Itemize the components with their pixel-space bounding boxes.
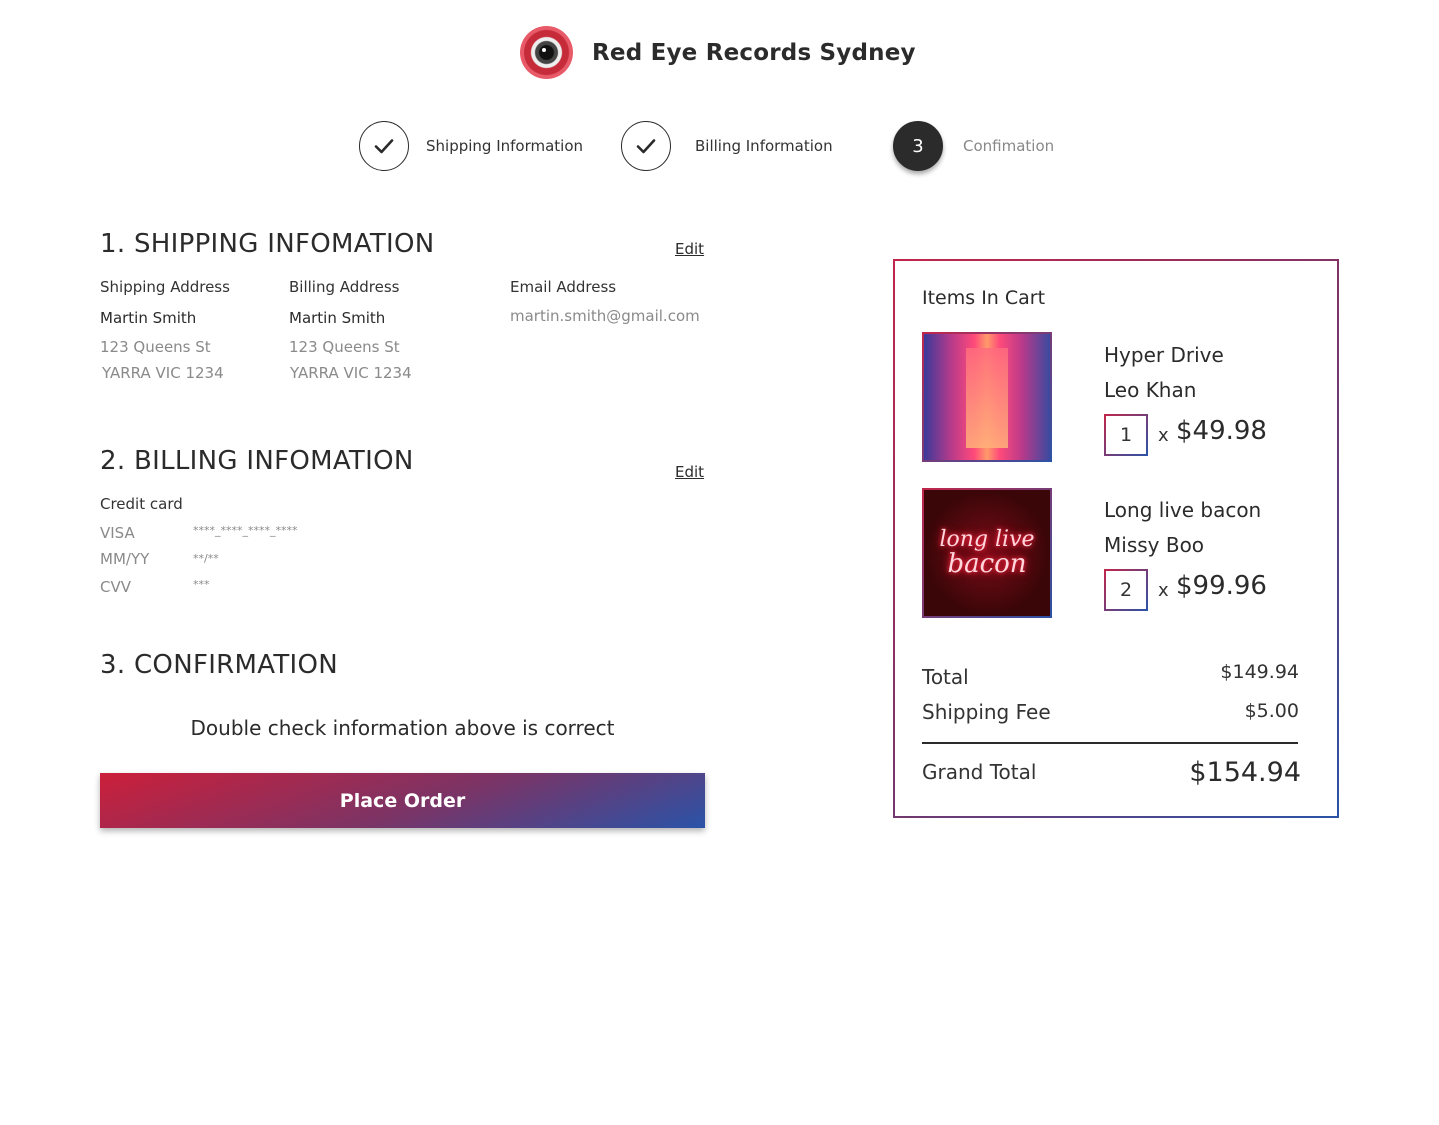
neon-text-line-2: bacon [947, 548, 1027, 579]
step-1-label[interactable]: Shipping Information [426, 137, 583, 155]
cart-title: Items In Cart [922, 287, 1046, 309]
summary-divider [922, 742, 1298, 744]
item-2-price: $99.96 [1176, 571, 1267, 601]
neon-text-line-1: long live [939, 526, 1035, 552]
cart-panel: Items In Cart Hyper Drive Leo Khan 1 x $… [893, 259, 1339, 818]
shipping-fee-value: $5.00 [1244, 700, 1299, 722]
cvv-masked: *** [193, 578, 210, 591]
item-2-times: x [1158, 580, 1169, 601]
shipping-address-name: Martin Smith [100, 309, 197, 327]
item-2-artist: Missy Boo [1104, 533, 1205, 557]
confirmation-section-title: 3. CONFIRMATION [100, 650, 338, 680]
email-value: martin.smith@gmail.com [510, 307, 700, 325]
billing-address-street: 123 Queens St [289, 338, 400, 356]
step-2-label[interactable]: Billing Information [695, 137, 833, 155]
expiry-masked: **/** [193, 552, 219, 565]
item-1-artist: Leo Khan [1104, 378, 1197, 402]
eye-logo-icon[interactable] [520, 26, 573, 79]
item-1-times: x [1158, 425, 1169, 446]
billing-section-title: 2. BILLING INFOMATION [100, 446, 414, 476]
card-type-label: VISA [100, 524, 135, 542]
payment-method-label: Credit card [100, 495, 183, 513]
item-1-quantity[interactable]: 1 [1104, 414, 1148, 456]
shipping-address-street: 123 Queens St [100, 338, 211, 356]
item-2-quantity[interactable]: 2 [1104, 569, 1148, 611]
grand-total-label: Grand Total [922, 760, 1037, 784]
cvv-label: CVV [100, 578, 131, 596]
brand-name[interactable]: Red Eye Records Sydney [592, 40, 916, 66]
step-3-number: 3 [893, 121, 943, 171]
billing-edit-link[interactable]: Edit [675, 463, 704, 481]
checkout-stepper: Shipping Information Billing Information… [0, 121, 1439, 173]
billing-address-city: YARRA VIC 1234 [290, 364, 412, 382]
shipping-address-city: YARRA VIC 1234 [102, 364, 224, 382]
place-order-button[interactable]: Place Order [100, 773, 705, 828]
shipping-fee-label: Shipping Fee [922, 700, 1051, 724]
card-number-masked: ****_****_****_**** [193, 524, 298, 537]
step-3-label: Confimation [963, 137, 1055, 155]
item-2-title: Long live bacon [1104, 498, 1262, 522]
item-1-price: $49.98 [1176, 416, 1267, 446]
shipping-edit-link[interactable]: Edit [675, 240, 704, 258]
total-label: Total [922, 665, 969, 689]
confirmation-note: Double check information above is correc… [190, 716, 615, 740]
expiry-label: MM/YY [100, 550, 150, 568]
step-2-check-icon[interactable] [621, 121, 671, 171]
billing-address-label: Billing Address [289, 278, 400, 296]
site-header: Red Eye Records Sydney [520, 26, 916, 79]
email-label: Email Address [510, 278, 617, 296]
album-art-long-live-bacon[interactable]: long live bacon [922, 488, 1052, 618]
step-1-check-icon[interactable] [359, 121, 409, 171]
album-art-hyper-drive[interactable] [922, 332, 1052, 462]
grand-total-value: $154.94 [1189, 757, 1301, 788]
shipping-section-title: 1. SHIPPING INFOMATION [100, 229, 435, 259]
billing-address-name: Martin Smith [289, 309, 386, 327]
item-1-title: Hyper Drive [1104, 343, 1224, 367]
total-value: $149.94 [1220, 661, 1299, 683]
shipping-address-label: Shipping Address [100, 278, 230, 296]
neon-sign: long live bacon [924, 490, 1050, 616]
